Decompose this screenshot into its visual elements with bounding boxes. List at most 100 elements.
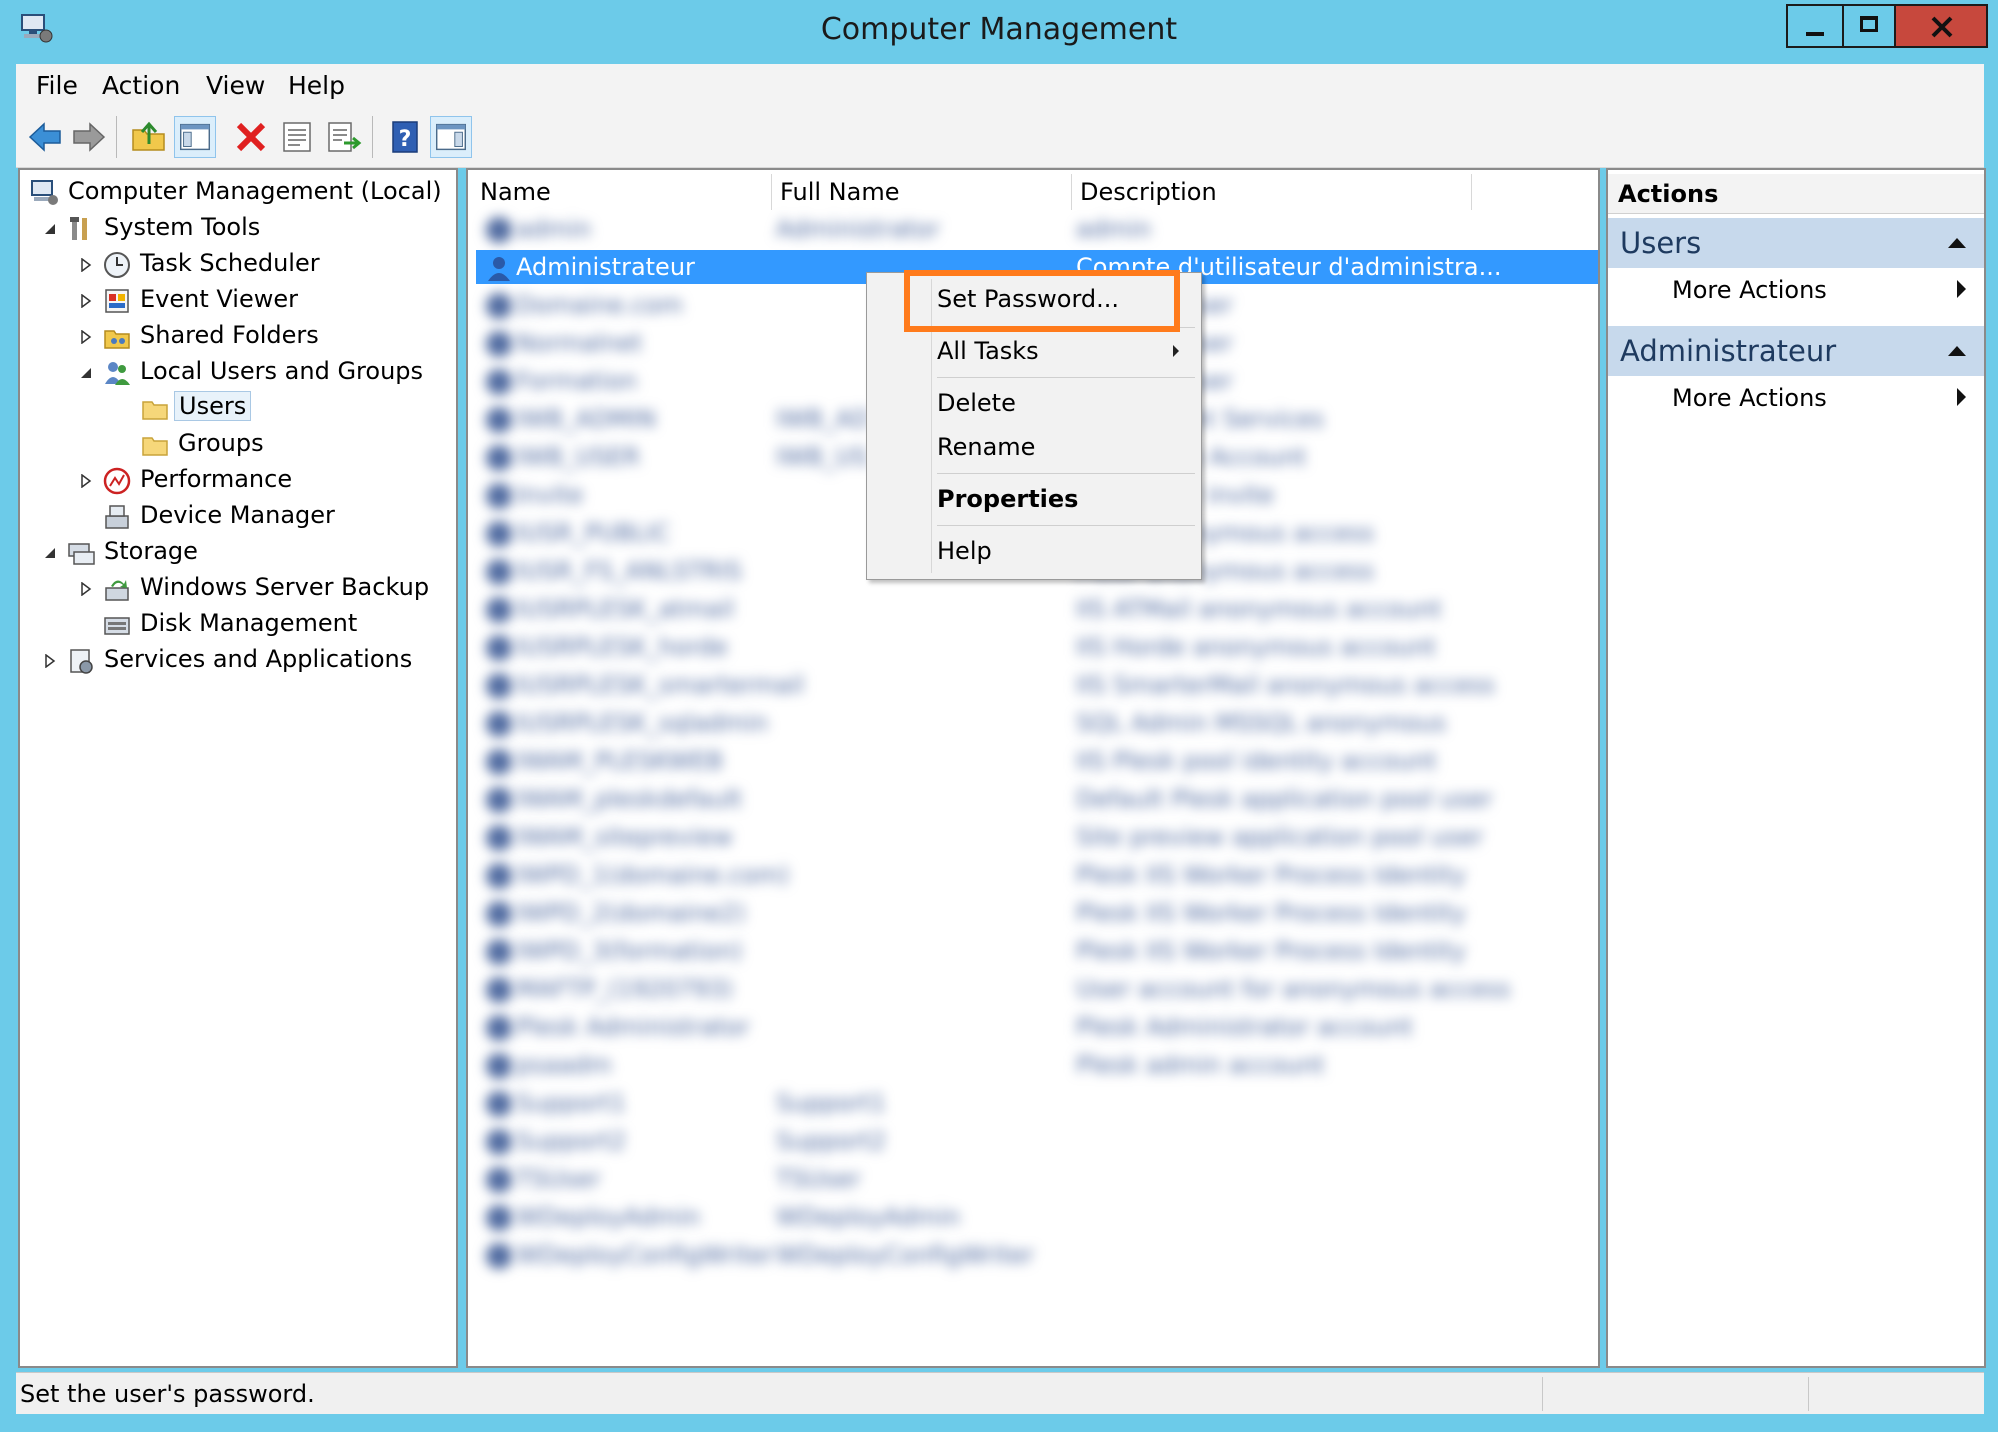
performance-icon [103,467,131,495]
menu-file[interactable]: File [36,71,78,100]
window-title: Computer Management [820,12,1178,47]
table-row[interactable]: IWAM_PLESKWEB IIS Plesk pool identity acc… [476,744,1476,778]
table-row[interactable]: Support1 Support1 [476,1086,1476,1120]
services-icon [70,649,93,674]
table-row[interactable]: IUSRPLESK_smartermail IIS SmarterMail ano… [476,668,1495,702]
user-icon [486,787,512,813]
table-row[interactable]: IUSRPLESK_sqladmin SQL Admin MSSQL anonym… [476,706,1476,740]
chevron-right-icon [1957,388,1966,406]
tree-label: Users [174,391,252,421]
help-icon[interactable]: ? [384,116,426,158]
actions-pane: Actions Users More Actions Administrateu… [1606,168,1986,1368]
expand-arrow-icon[interactable] [80,582,92,596]
user-icon [486,483,512,509]
user-icon [486,597,512,623]
minimize-button[interactable] [1786,4,1842,48]
svg-text:?: ? [399,127,412,152]
folder-icon [142,401,168,420]
table-row[interactable]: MAFTP_(1920793) User account for anonymou… [476,972,1511,1006]
table-row[interactable]: TSUser TSUser [476,1162,1476,1196]
user-icon [486,1243,512,1269]
export-list-icon[interactable] [322,116,364,158]
actions-group-users[interactable]: Users [1608,218,1984,268]
column-header-description[interactable]: Description [1072,174,1472,210]
table-row[interactable]: IWPD_2(domaine2) Plesk IIS Worker Process… [476,896,1476,930]
collapse-arrow-icon[interactable] [44,222,56,236]
device-manager-icon [105,505,129,529]
menu-separator [937,377,1195,378]
menu-item-rename[interactable]: Rename [937,433,1035,461]
column-header-full-name[interactable]: Full Name [772,174,1072,210]
folder-icon [142,437,168,456]
collapse-arrow-icon[interactable] [80,366,92,380]
table-row[interactable]: Plesk Administrator Plesk Administrator a… [476,1010,1476,1044]
user-icon [486,407,512,433]
menu-item-all-tasks[interactable]: All Tasks [937,337,1197,365]
collapse-up-icon[interactable] [1948,238,1966,248]
tree-label: System Tools [104,213,261,241]
table-row[interactable]: IWAM_pleskdefault Default Plesk applicati… [476,782,1493,816]
title-bar[interactable]: Computer Management [0,0,1998,64]
actions-group-administrateur[interactable]: Administrateur [1608,326,1984,376]
expand-arrow-icon[interactable] [80,330,92,344]
table-row[interactable]: IWPD_1(domaine.com) Plesk IIS Worker Proc… [476,858,1476,892]
user-icon [486,711,512,737]
clock-icon [104,252,130,278]
more-actions-administrateur[interactable]: More Actions [1672,384,1827,412]
collapse-arrow-icon[interactable] [44,546,56,560]
disk-management-icon [104,617,130,635]
menu-item-properties[interactable]: Properties [937,485,1078,513]
tree-label: Local Users and Groups [140,357,424,385]
user-icon [486,1129,512,1155]
properties-icon[interactable] [276,116,318,158]
expand-arrow-icon[interactable] [80,294,92,308]
user-icon [486,331,512,357]
minimize-icon [1806,32,1824,36]
user-icon [486,673,512,699]
close-button[interactable] [1894,4,1988,48]
menu-item-help[interactable]: Help [937,537,992,565]
up-folder-icon[interactable] [128,116,170,158]
tree-label: Performance [140,465,293,493]
more-actions-users[interactable]: More Actions [1672,276,1827,304]
expand-arrow-icon[interactable] [80,258,92,272]
backup-icon [105,580,129,601]
expand-arrow-icon[interactable] [44,654,56,668]
table-row[interactable]: WDeployConfigWriter WDeployConfigWriter [476,1238,1476,1272]
maximize-icon [1860,16,1878,32]
menu-help[interactable]: Help [288,71,345,100]
user-icon [486,217,512,243]
table-row[interactable]: WDeployAdmin WDeployAdmin [476,1200,1476,1234]
user-icon [486,1167,512,1193]
menu-item-delete[interactable]: Delete [937,389,1016,417]
collapse-up-icon[interactable] [1948,346,1966,356]
table-row[interactable]: IWAM_sitepreview Site preview application… [476,820,1483,854]
tree-label: Disk Management [140,609,358,637]
show-hide-action-pane-icon[interactable] [430,116,472,158]
delete-icon[interactable] [230,116,272,158]
table-row[interactable]: Support2 Support2 [476,1124,1476,1158]
set-password-highlight [904,270,1180,332]
maximize-button[interactable] [1842,4,1894,48]
user-icon [486,977,512,1003]
forward-arrow-icon[interactable] [68,116,110,158]
toolbar: ? [16,108,1984,168]
table-row[interactable]: IUSRPLESK_horde IIS Horde anonymous accou… [476,630,1476,664]
expand-arrow-icon[interactable] [80,474,92,488]
menu-item-label: All Tasks [937,337,1039,365]
tree-label: Storage [104,537,198,565]
user-icon [488,257,510,281]
show-hide-console-tree-icon[interactable] [174,116,216,158]
status-text: Set the user's password. [20,1380,315,1408]
table-row[interactable]: IUSRPLESK_atmail IIS ATMail anonymous acc… [476,592,1476,626]
column-header-name[interactable]: Name [472,174,772,210]
user-icon [486,521,512,547]
back-arrow-icon[interactable] [24,116,66,158]
table-row[interactable]: psaadm Plesk admin account [476,1048,1476,1082]
menu-view[interactable]: View [206,71,265,100]
user-icon [486,559,512,585]
table-row[interactable]: IWPD_3(formation) Plesk IIS Worker Proces… [476,934,1476,968]
menu-action[interactable]: Action [102,71,180,100]
table-row[interactable]: admin Administrator admin [476,212,1476,246]
tree-label: Task Scheduler [140,249,320,277]
